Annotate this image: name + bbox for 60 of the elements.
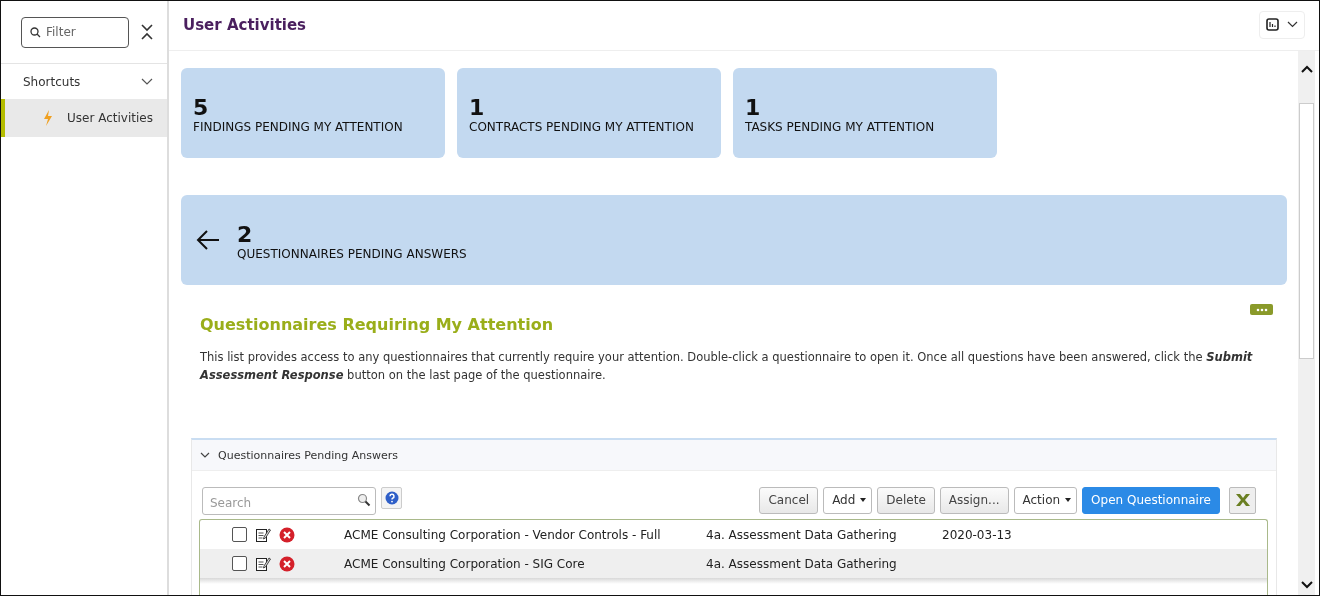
card-label: QUESTIONNAIRES PENDING ANSWERS [237,247,467,261]
checkbox[interactable] [232,527,247,542]
collapse-icon[interactable] [141,24,153,40]
back-arrow-icon[interactable] [195,229,221,251]
card-label: TASKS PENDING MY ATTENTION [745,120,936,134]
chart-icon [1266,18,1279,31]
panel-title: Questionnaires Pending Answers [218,448,398,462]
section-label: Shortcuts [23,74,81,89]
scroll-down-icon[interactable] [1300,581,1313,589]
table-cell: 4a. Assessment Data Gathering [706,556,897,571]
help-icon [384,491,399,505]
table-cell: 4a. Assessment Data Gathering [706,527,897,542]
more-icon [1255,307,1268,312]
scrollbar[interactable] [1298,51,1315,595]
summary-card[interactable]: 1 CONTRACTS PENDING MY ATTENTION [457,68,721,158]
caret-icon [860,498,867,502]
search-icon [30,26,41,38]
lightning-icon [43,110,53,126]
delete-icon[interactable] [279,555,295,572]
delete-icon[interactable] [279,526,295,543]
table-row[interactable]: ACME Consulting Corporation - Vendor Controls - Full 4a. Assessment Data Gathering 2020-03-13 [200,520,1267,549]
page-title: User Activities [183,15,307,34]
chevron-icon [1287,21,1298,28]
card-label: CONTRACTS PENDING MY ATTENTION [469,120,695,134]
scroll-up-icon[interactable] [1300,65,1313,73]
toolbar-button[interactable]: Action [1013,486,1078,514]
count-label: 1 [745,96,762,120]
toolbar-button[interactable]: Cancel [759,486,819,514]
table-cell: ACME Consulting Corporation - Vendor Controls - Full [344,527,661,542]
count-label: 2 [237,223,254,247]
toolbar-button[interactable]: Assign... [939,486,1009,514]
summary-card[interactable]: 2 QUESTIONNAIRES PENDING ANSWERS [181,195,1287,285]
toolbar-button[interactable]: Delete [877,486,935,514]
caret-icon [1065,498,1072,502]
description-text: This list provides access to any questionnaires that currently require your attention. Double-click a questionnaire to open it. Once all questions have been answered, click the Submit Assessment Response button on the last page of the questionnaire. [200,349,1254,384]
view-menu-button[interactable] [1259,10,1305,39]
panel-header[interactable]: Questionnaires Pending Answers [192,440,1276,471]
chevron-icon[interactable] [141,77,153,86]
search-field[interactable]: Search [202,487,376,515]
table-row[interactable]: ACME Consulting Corporation - SIG Core 4a. Assessment Data Gathering [200,549,1267,578]
count-label: 1 [469,96,486,120]
edit-icon[interactable] [255,526,271,543]
summary-card[interactable]: 5 FINDINGS PENDING MY ATTENTION [181,68,445,158]
search-icon [357,493,371,507]
table-cell: 2020-03-13 [942,527,1012,542]
checkbox[interactable] [232,556,247,571]
spreadsheet-icon [1234,493,1251,507]
section-title: Questionnaires Requiring My Attention [200,315,555,334]
export-button[interactable] [1229,486,1256,514]
edit-icon[interactable] [255,555,271,572]
filter-field[interactable]: Filter [21,16,129,48]
toolbar-button[interactable]: Open Questionnaire [1082,486,1220,514]
table-cell: ACME Consulting Corporation - SIG Core [344,556,585,571]
toolbar-button[interactable]: Add [823,486,873,514]
sidebar-item[interactable]: User Activities [1,99,167,137]
more-button[interactable] [1250,304,1273,315]
count-label: 5 [193,96,210,120]
card-label: FINDINGS PENDING MY ATTENTION [193,120,404,134]
help-button[interactable] [381,487,402,509]
summary-card[interactable]: 1 TASKS PENDING MY ATTENTION [733,68,997,158]
